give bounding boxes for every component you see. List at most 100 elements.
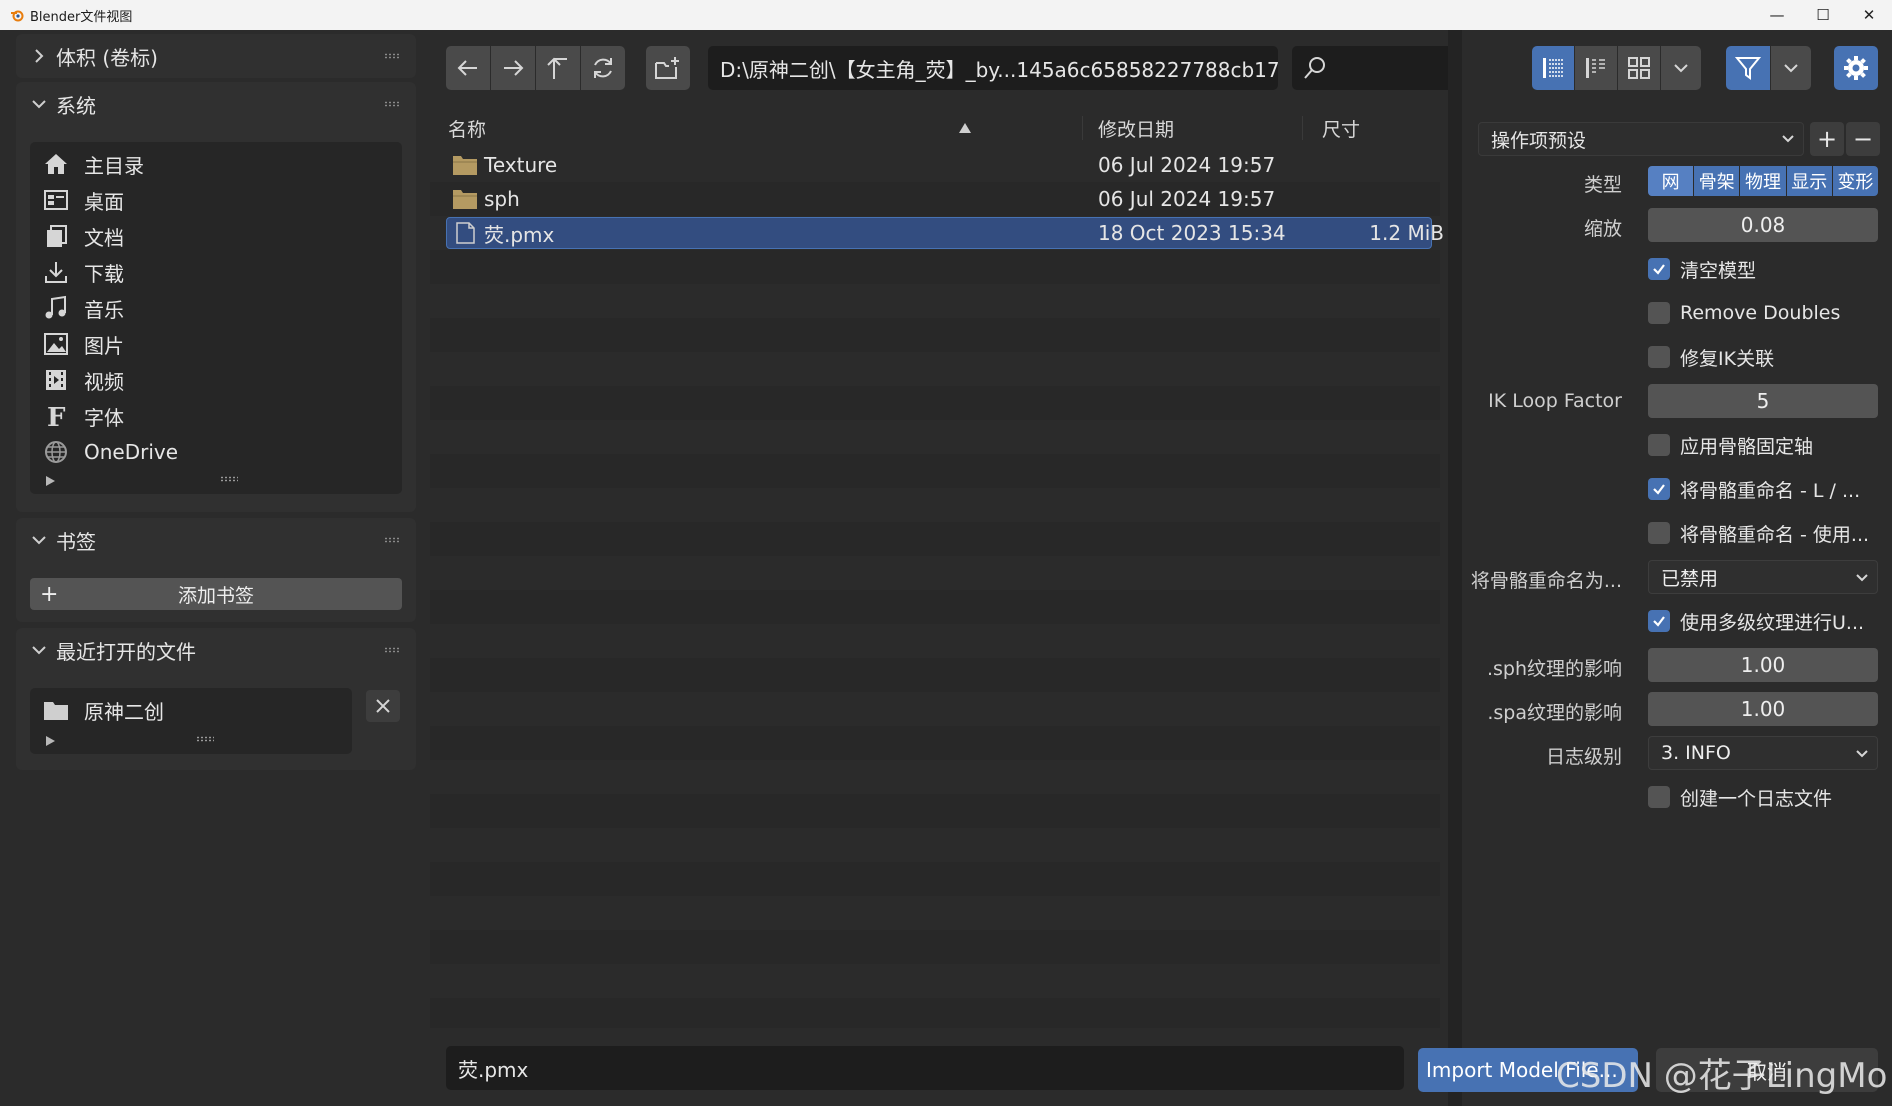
system-item-onedrive[interactable]: OneDrive: [30, 434, 402, 470]
resize-grip-icon[interactable]: [196, 736, 214, 742]
system-item-pictures[interactable]: 图片: [30, 326, 402, 362]
remove-recent-button[interactable]: [366, 690, 400, 722]
drag-grip-icon[interactable]: [384, 647, 400, 653]
recent-header[interactable]: 最近打开的文件: [16, 628, 416, 672]
chevron-down-icon: [1784, 64, 1798, 73]
file-list: 名称 修改日期 尺寸 Texture 06 Jul 2024 19:57 sph…: [430, 108, 1462, 1028]
back-button[interactable]: [446, 46, 490, 90]
checkbox-checked[interactable]: [1648, 610, 1670, 632]
empty-row: [430, 318, 1440, 352]
rename-as-label: 将骨骼重命名为...: [1470, 570, 1622, 592]
chevron-down-icon: [32, 100, 46, 109]
use-mipmap-checkbox[interactable]: 使用多级纹理进行U...: [1648, 606, 1864, 636]
checkbox-checked[interactable]: [1648, 478, 1670, 500]
recent-list: 原神二创: [30, 688, 352, 754]
add-bookmark-button[interactable]: + 添加书签: [30, 578, 402, 610]
maximize-button[interactable]: ☐: [1800, 0, 1846, 30]
type-option-armature[interactable]: 骨架: [1694, 166, 1741, 196]
parent-dir-button[interactable]: [536, 46, 580, 90]
drag-grip-icon[interactable]: [384, 537, 400, 543]
add-bookmark-label: 添加书签: [177, 584, 254, 607]
rename-bones-use-checkbox[interactable]: 将骨骼重命名 - 使用...: [1648, 518, 1869, 548]
remove-preset-button[interactable]: −: [1846, 122, 1880, 156]
checkbox-unchecked[interactable]: [1648, 786, 1670, 808]
recent-panel: 最近打开的文件 原神二创: [16, 628, 416, 770]
system-item-desktop[interactable]: 桌面: [30, 182, 402, 218]
operator-properties: 操作项预设 + − 类型 网 骨架 物理 显示 变形 缩放 0.08 清空模型 …: [1418, 30, 1892, 1106]
sph-influence-field[interactable]: 1.00: [1648, 648, 1878, 682]
expand-arrow-icon[interactable]: [46, 476, 55, 486]
rename-as-dropdown[interactable]: 已禁用: [1648, 560, 1878, 594]
checkbox-checked[interactable]: [1648, 258, 1670, 280]
rename-bones-lr-checkbox[interactable]: 将骨骼重命名 - L / ...: [1648, 474, 1860, 504]
view-vertical-list-button[interactable]: [1532, 46, 1574, 90]
filter-options-dropdown[interactable]: [1771, 46, 1811, 90]
sph-influence-label: .sph纹理的影响: [1486, 658, 1622, 680]
refresh-button[interactable]: [581, 46, 625, 90]
file-row-selected[interactable]: 荧.pmx 18 Oct 2023 15:34 1.2 MiB: [430, 216, 1444, 250]
plus-icon: +: [40, 582, 59, 607]
operator-preset-dropdown[interactable]: 操作项预设: [1478, 122, 1804, 156]
system-item-downloads[interactable]: 下载: [30, 254, 402, 290]
system-item-label: 主目录: [84, 153, 144, 178]
list-vertical-icon: [1543, 58, 1563, 78]
view-thumbnails-button[interactable]: [1618, 46, 1660, 90]
column-header-size[interactable]: 尺寸: [1322, 108, 1442, 148]
checkbox-unchecked[interactable]: [1648, 434, 1670, 456]
file-rows: Texture 06 Jul 2024 19:57 sph 06 Jul 202…: [430, 148, 1444, 1028]
directory-path-input[interactable]: D:\原神二创\【女主角_荧】_by...145a6c65858227788cb…: [708, 46, 1278, 90]
settings-button[interactable]: [1834, 46, 1878, 90]
system-item-documents[interactable]: 文档: [30, 218, 402, 254]
type-option-mesh[interactable]: 网: [1648, 166, 1695, 196]
new-folder-button[interactable]: [646, 46, 690, 90]
drag-grip-icon[interactable]: [384, 53, 400, 59]
file-row[interactable]: Texture 06 Jul 2024 19:57: [430, 148, 1440, 182]
checkbox-unchecked[interactable]: [1648, 346, 1670, 368]
ik-loop-field[interactable]: 5: [1648, 384, 1878, 418]
scale-field[interactable]: 0.08: [1648, 208, 1878, 242]
checkbox-unchecked[interactable]: [1648, 302, 1670, 324]
system-header[interactable]: 系统: [16, 82, 416, 126]
create-log-checkbox[interactable]: 创建一个日志文件: [1648, 782, 1832, 812]
checkbox-unchecked[interactable]: [1648, 522, 1670, 544]
spa-influence-field[interactable]: 1.00: [1648, 692, 1878, 726]
directory-path-text: D:\原神二创\【女主角_荧】_by...145a6c65858227788cb…: [720, 57, 1278, 82]
fix-ik-label: 修复IK关联: [1680, 347, 1775, 370]
scale-value: 0.08: [1740, 213, 1786, 237]
clean-model-checkbox[interactable]: 清空模型: [1648, 254, 1756, 284]
system-item-music[interactable]: 音乐: [30, 290, 402, 326]
view-options-dropdown[interactable]: [1661, 46, 1701, 90]
type-option-display[interactable]: 显示: [1786, 166, 1833, 196]
volumes-header[interactable]: 体积 (卷标): [16, 34, 416, 78]
chevron-right-icon: [35, 49, 44, 63]
empty-row: [430, 658, 1440, 692]
column-header-date[interactable]: 修改日期: [1098, 108, 1318, 148]
filter-toggle-button[interactable]: [1726, 46, 1770, 90]
close-window-button[interactable]: ✕: [1846, 0, 1892, 30]
recent-item[interactable]: 原神二创: [30, 688, 352, 728]
forward-button[interactable]: [491, 46, 535, 90]
use-mipmap-label: 使用多级纹理进行U...: [1680, 611, 1865, 634]
remove-doubles-checkbox[interactable]: Remove Doubles: [1648, 298, 1840, 328]
filename-input[interactable]: 荧.pmx: [446, 1046, 1404, 1090]
type-option-physics[interactable]: 物理: [1740, 166, 1787, 196]
system-item-videos[interactable]: 视频: [30, 362, 402, 398]
view-horizontal-list-button[interactable]: [1575, 46, 1617, 90]
column-header-name[interactable]: 名称: [448, 108, 971, 148]
system-item-label: 音乐: [84, 297, 124, 322]
grid-icon: [1628, 57, 1650, 79]
bookmarks-header[interactable]: 书签: [16, 518, 416, 562]
apply-bone-axis-checkbox[interactable]: 应用骨骼固定轴: [1648, 430, 1813, 460]
type-option-morph[interactable]: 变形: [1832, 166, 1879, 196]
minimize-button[interactable]: —: [1754, 0, 1800, 30]
system-item-home[interactable]: 主目录: [30, 146, 402, 182]
fix-ik-checkbox[interactable]: 修复IK关联: [1648, 342, 1774, 372]
resize-grip-icon[interactable]: [220, 476, 238, 482]
log-level-value: 3. INFO: [1661, 742, 1731, 764]
drag-grip-icon[interactable]: [384, 101, 400, 107]
system-item-fonts[interactable]: F 字体: [30, 398, 402, 434]
add-preset-button[interactable]: +: [1810, 122, 1844, 156]
file-row[interactable]: sph 06 Jul 2024 19:57: [430, 182, 1440, 216]
log-level-dropdown[interactable]: 3. INFO: [1648, 736, 1878, 770]
expand-arrow-icon[interactable]: [46, 736, 55, 746]
